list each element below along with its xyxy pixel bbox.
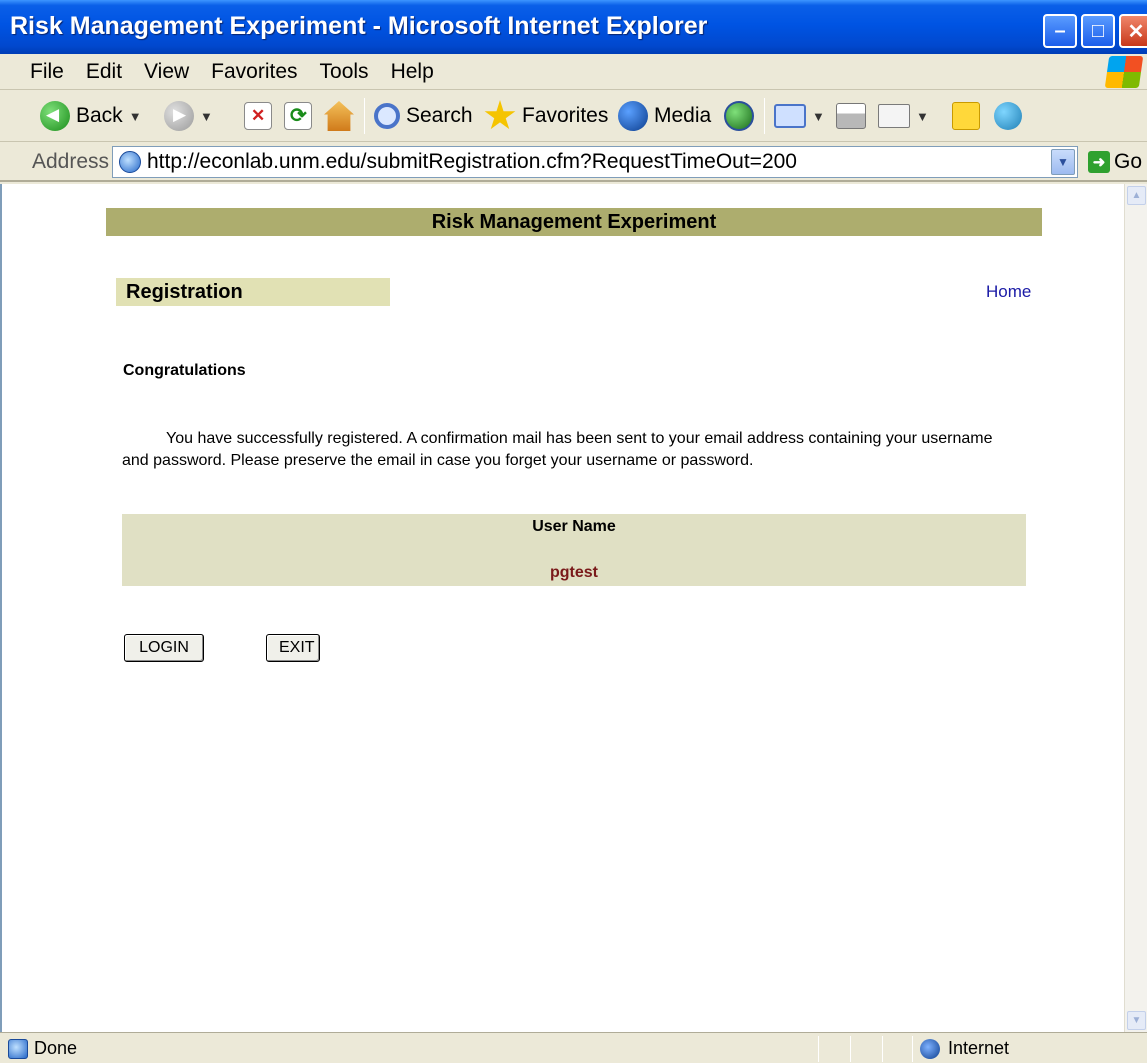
back-label: Back: [76, 104, 123, 127]
home-link[interactable]: Home: [986, 282, 1031, 302]
back-arrow-icon: [40, 101, 70, 131]
forward-arrow-icon: [164, 101, 194, 131]
status-divider: [818, 1036, 819, 1062]
page-done-icon: [8, 1038, 28, 1059]
ie-page-icon: [119, 151, 141, 173]
vertical-scrollbar[interactable]: ▲ ▼: [1124, 184, 1147, 1032]
scroll-down-icon[interactable]: ▼: [1127, 1011, 1146, 1030]
print-button[interactable]: [836, 98, 866, 134]
print-icon: [836, 103, 866, 129]
status-divider: [850, 1036, 851, 1062]
section-title: Registration: [116, 278, 390, 306]
history-icon: [724, 101, 754, 131]
mail-button[interactable]: ▼: [774, 98, 825, 134]
status-bar: Done Internet: [0, 1032, 1147, 1063]
status-done: Done: [8, 1038, 77, 1059]
search-button[interactable]: Search: [374, 98, 473, 134]
address-url[interactable]: http://econlab.unm.edu/submitRegistratio…: [147, 150, 797, 174]
scroll-up-icon[interactable]: ▲: [1127, 186, 1146, 205]
window-title: Risk Management Experiment - Microsoft I…: [10, 12, 708, 40]
history-button[interactable]: [724, 98, 754, 134]
status-divider: [882, 1036, 883, 1062]
menu-favorites[interactable]: Favorites: [203, 58, 305, 86]
congratulations-heading: Congratulations: [123, 362, 246, 379]
menu-edit[interactable]: Edit: [78, 58, 130, 86]
messenger-button[interactable]: [994, 98, 1022, 134]
favorites-label: Favorites: [522, 104, 609, 127]
go-button[interactable]: ➜ Go: [1088, 150, 1142, 174]
media-icon: [618, 101, 648, 131]
confirmation-message: You have successfully registered. A conf…: [122, 430, 993, 469]
user-name-table: User Name pgtest: [122, 514, 1026, 586]
address-dropdown-icon[interactable]: ▼: [1051, 149, 1075, 175]
menu-file[interactable]: File: [22, 58, 72, 86]
edit-dropdown-icon[interactable]: ▼: [916, 109, 929, 124]
title-bar: Risk Management Experiment - Microsoft I…: [0, 0, 1147, 54]
home-button[interactable]: [324, 98, 354, 134]
back-button[interactable]: Back ▼: [40, 98, 142, 134]
zone-text: Internet: [948, 1038, 1010, 1058]
status-text: Done: [34, 1038, 78, 1058]
edit-button[interactable]: ▼: [878, 98, 929, 134]
address-label: Address: [32, 150, 110, 173]
home-icon: [324, 101, 354, 131]
user-name-header: User Name: [532, 518, 616, 535]
go-arrow-icon: ➜: [1088, 151, 1110, 173]
windows-logo-icon: [1104, 56, 1144, 88]
page-header: Risk Management Experiment: [106, 208, 1042, 236]
refresh-icon: [284, 102, 312, 130]
toolbar-separator: [364, 98, 365, 134]
minimize-button[interactable]: –: [1043, 14, 1077, 48]
media-label: Media: [654, 104, 712, 127]
login-button[interactable]: LOGIN: [124, 634, 204, 662]
search-label: Search: [406, 104, 473, 127]
menu-items: File Edit View Favorites Tools Help: [22, 58, 442, 86]
user-name-value: pgtest: [550, 564, 598, 581]
edit-page-icon: [878, 104, 910, 128]
menu-tools[interactable]: Tools: [312, 58, 377, 86]
notes-button[interactable]: [952, 98, 980, 134]
mail-icon: [774, 104, 806, 128]
security-zone: Internet: [920, 1038, 1009, 1059]
browser-window: Risk Management Experiment - Microsoft I…: [0, 0, 1147, 1063]
messenger-icon: [994, 102, 1022, 130]
favorites-star-icon: [484, 100, 516, 130]
address-bar: Address http://econlab.unm.edu/submitReg…: [0, 142, 1147, 182]
status-divider: [912, 1036, 913, 1062]
window-controls: – □ ✕: [1043, 14, 1147, 48]
go-label: Go: [1114, 150, 1143, 173]
toolbar-separator: [764, 98, 765, 134]
close-button[interactable]: ✕: [1119, 14, 1147, 48]
page-content: Risk Management Experiment Registration …: [0, 184, 1124, 1032]
note-icon: [952, 102, 980, 130]
toolbar: Back ▼ ▼ Search Favorites Media: [0, 90, 1147, 142]
forward-dropdown-icon[interactable]: ▼: [200, 109, 213, 124]
internet-globe-icon: [920, 1038, 940, 1059]
forward-button[interactable]: ▼: [164, 98, 213, 134]
menu-help[interactable]: Help: [383, 58, 442, 86]
exit-button[interactable]: EXIT: [266, 634, 320, 662]
media-button[interactable]: Media: [618, 98, 711, 134]
menu-bar: File Edit View Favorites Tools Help: [0, 54, 1147, 90]
address-input[interactable]: http://econlab.unm.edu/submitRegistratio…: [112, 146, 1078, 178]
favorites-button[interactable]: Favorites: [484, 98, 608, 134]
menu-view[interactable]: View: [136, 58, 197, 86]
maximize-button[interactable]: □: [1081, 14, 1115, 48]
search-icon: [374, 103, 400, 129]
refresh-button[interactable]: [284, 98, 312, 134]
stop-button[interactable]: [244, 98, 272, 134]
back-dropdown-icon[interactable]: ▼: [129, 109, 142, 124]
mail-dropdown-icon[interactable]: ▼: [812, 109, 825, 124]
stop-icon: [244, 102, 272, 130]
